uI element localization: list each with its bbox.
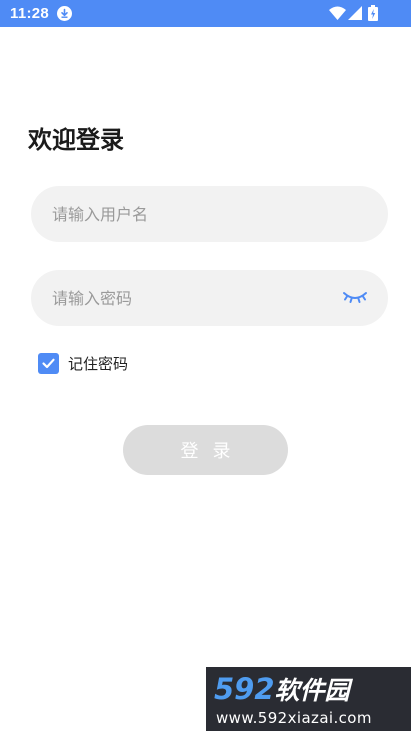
- remember-password-label: 记住密码: [68, 354, 129, 373]
- watermark-logo: 592软件园 www.592xiazai.com: [206, 667, 411, 731]
- watermark-url: www.592xiazai.com: [216, 709, 372, 727]
- download-icon: [57, 6, 72, 21]
- remember-password-checkbox[interactable]: 记住密码: [38, 352, 128, 374]
- checkbox-checked-icon[interactable]: [38, 352, 59, 374]
- wifi-icon: [329, 6, 346, 20]
- page-title: 欢迎登录: [28, 126, 124, 154]
- watermark-brand: 软件园: [274, 676, 350, 705]
- watermark-number: 592: [214, 672, 275, 706]
- login-button[interactable]: 登录: [123, 425, 288, 475]
- status-bar: 11:28: [0, 0, 411, 27]
- eye-closed-icon[interactable]: [342, 290, 368, 306]
- password-field: [31, 270, 388, 326]
- signal-icon: [348, 6, 362, 20]
- password-input[interactable]: [52, 270, 342, 326]
- username-field: [31, 186, 388, 242]
- battery-icon: [368, 5, 378, 21]
- status-time: 11:28: [10, 5, 50, 22]
- username-input[interactable]: [52, 186, 342, 242]
